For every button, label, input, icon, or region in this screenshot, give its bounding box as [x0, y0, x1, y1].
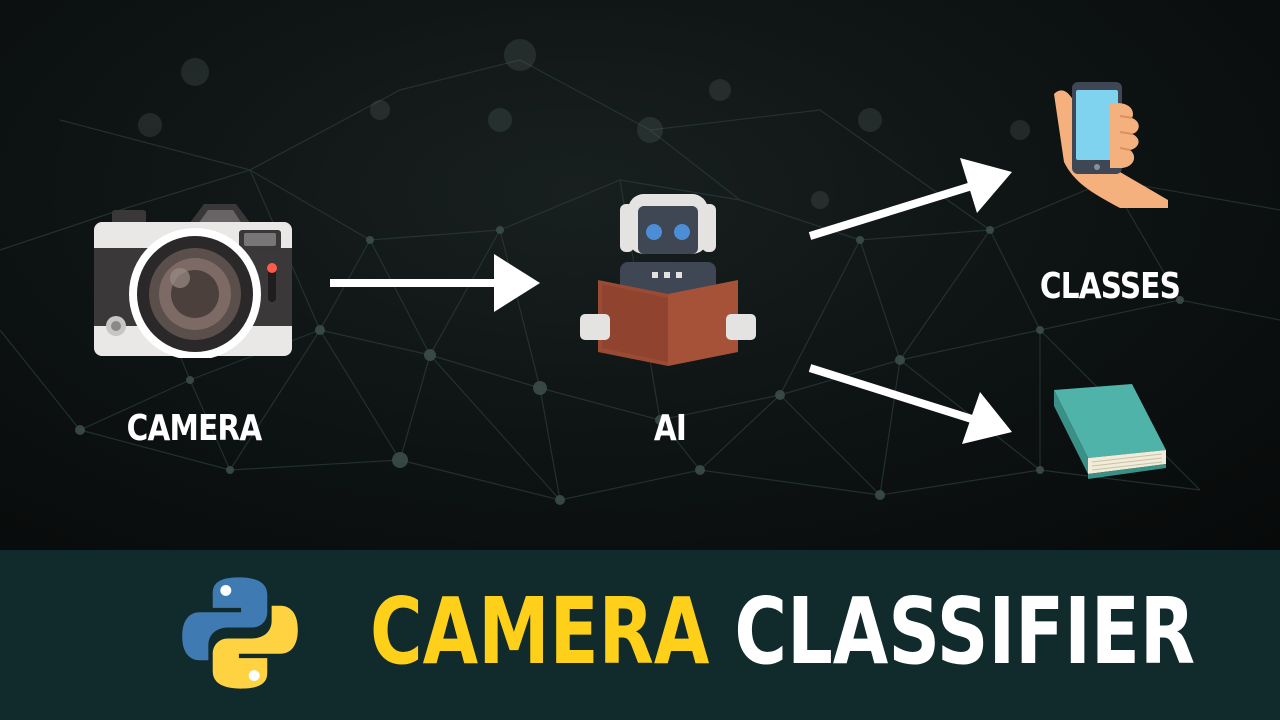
ai-label: AI [653, 408, 687, 449]
phone-in-hand-icon [1054, 82, 1168, 208]
title-word-camera: CAMERA [370, 578, 710, 685]
robot-reading-icon [580, 194, 756, 366]
title-word-classifier: CLASSIFIER [734, 578, 1196, 685]
book-icon [1054, 384, 1166, 479]
diagram-scene: CAMERA AI CLASSES [0, 0, 1280, 550]
arrow-camera-to-ai [330, 254, 540, 312]
arrow-ai-to-book [808, 364, 1012, 444]
python-logo-icon [182, 577, 298, 689]
classes-label: CLASSES [1039, 266, 1181, 307]
video-title: CAMERA CLASSIFIER [370, 572, 1195, 692]
arrow-ai-to-phone [808, 158, 1012, 240]
